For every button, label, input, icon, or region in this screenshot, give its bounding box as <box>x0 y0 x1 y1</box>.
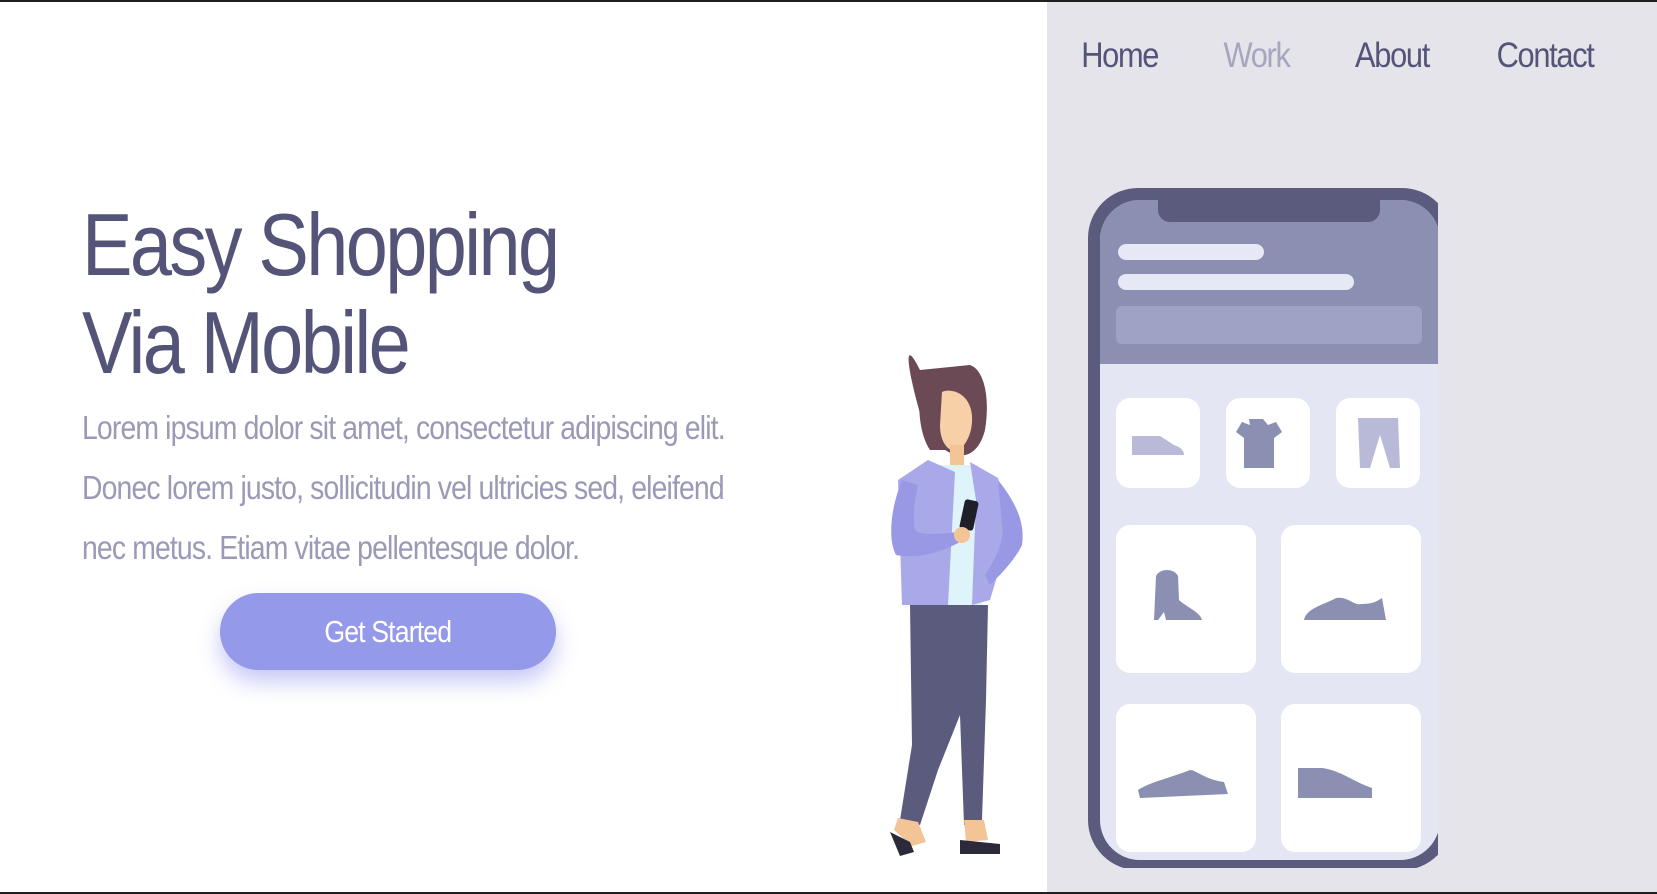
nav-home[interactable]: Home <box>1081 36 1159 76</box>
product-grid <box>1116 398 1421 852</box>
hero-title-line-2: Via Mobile <box>82 293 411 392</box>
hero-title-line-1: Easy Shopping <box>82 195 560 294</box>
main-nav: Home Work About Contact <box>1076 36 1601 76</box>
nav-contact[interactable]: Contact <box>1496 36 1594 76</box>
nav-about[interactable]: About <box>1355 36 1430 76</box>
hero-title: Easy Shopping Via Mobile <box>82 195 560 392</box>
hero-description: Lorem ipsum dolor sit amet, consectetur … <box>82 409 726 566</box>
woman-holding-phone-icon <box>890 355 1023 856</box>
get-started-button[interactable]: Get Started <box>220 593 556 670</box>
nav-work[interactable]: Work <box>1223 36 1290 76</box>
get-started-label: Get Started <box>324 613 453 649</box>
